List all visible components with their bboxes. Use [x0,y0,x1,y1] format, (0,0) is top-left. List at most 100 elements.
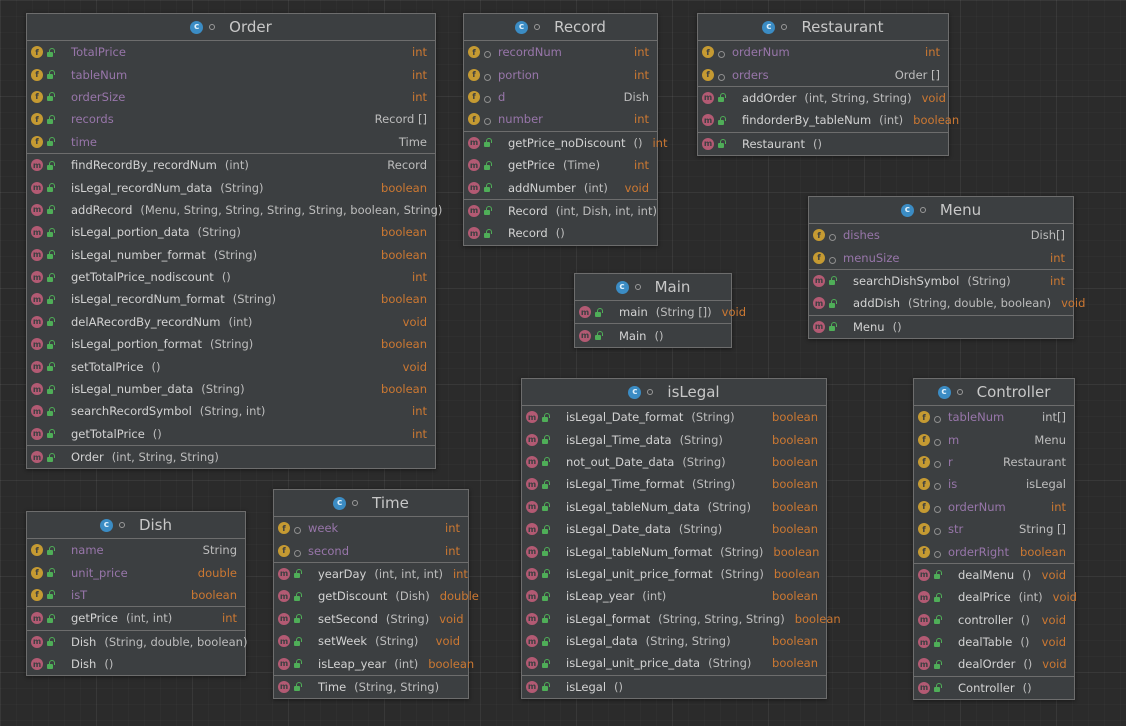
class-box-controller[interactable]: c Controller f tableNum int[] f m Menu f r Restaur… [913,378,1077,701]
method-row-not-out-date-data[interactable]: m not_out_Date_data (String) boolean [522,451,826,473]
method-row-setsecond[interactable]: m setSecond (String) void [274,608,468,630]
method-row-islegal-data[interactable]: m isLegal_data (String, String) boolean [522,630,826,652]
method-row-getprice-nodiscount[interactable]: m getPrice_noDiscount () int [464,132,667,154]
class-box-dish[interactable]: c Dish f name String f unit_price double f isT boo… [26,511,247,677]
method-row-yearday[interactable]: m yearDay (int, int, int) int [274,563,468,585]
field-row-dishes[interactable]: f dishes Dish[] [809,224,1073,246]
method-row-islegal-recordnum-format[interactable]: m isLegal_recordNum_format (String) boolean [27,288,435,310]
method-row-addnumber[interactable]: m addNumber (int) void [464,176,657,198]
method-row-islegal-number-format[interactable]: m isLegal_number_format (String) boolean [27,244,435,266]
method-row-findorderby-tablenum[interactable]: m findorderBy_tableNum (int) boolean [698,109,959,131]
field-row-str[interactable]: f str String [] [914,518,1074,540]
class-box-record[interactable]: c Record f recordNum int f portion int f d Dish f nu… [463,13,667,246]
class-box-time[interactable]: c Time f week int f second int m yearDay (int, int… [273,489,479,700]
method-row-addorder[interactable]: m addOrder (int, String, String) void [698,87,948,109]
field-row-orderright[interactable]: f orderRight boolean [914,540,1074,562]
class-box-order[interactable]: c Order f TotalPrice int f tableNum int f orderSi… [26,13,442,470]
method-row-adddish[interactable]: m addDish (String, double, boolean) void [809,292,1085,314]
field-row-m[interactable]: f m Menu [914,428,1074,450]
field-icon: f [278,544,290,557]
method-row-gettotalprice[interactable]: m getTotalPrice () int [27,423,435,445]
method-name: delARecordBy_recordNum [71,314,221,329]
method-row-islegal-unit-price-data[interactable]: m isLegal_unit_price_data (String) boolean [522,652,826,674]
method-row-main[interactable]: m main (String []) void [575,301,746,323]
method-row-islegal-tablenum-data[interactable]: m isLegal_tableNum_data (String) boolean [522,496,826,518]
field-row-portion[interactable]: f portion int [464,63,657,85]
method-row-getprice[interactable]: m getPrice (int, int) int [27,607,245,629]
field-row-r[interactable]: f r Restaurant [914,451,1074,473]
method-row-dealorder[interactable]: m dealOrder () void [914,653,1074,675]
method-row-islegal-unit-price-format[interactable]: m isLegal_unit_price_format (String) boolea… [522,563,826,585]
method-row-islegal-tablenum-format[interactable]: m isLegal_tableNum_format (String) boolean [522,540,826,562]
methods-section: m yearDay (int, int, int) int m getDiscount (D… [274,563,479,676]
field-row-time[interactable]: f time Time [27,131,435,153]
method-row-addrecord[interactable]: m addRecord (Menu, String, String, String,… [27,199,442,221]
field-icon: f [813,251,825,264]
field-row-tablenum[interactable]: f tableNum int [27,63,435,85]
field-row-orders[interactable]: f orders Order [] [698,63,948,85]
method-params: (String) [707,499,751,514]
field-row-recordnum[interactable]: f recordNum int [464,41,657,63]
field-row-totalprice[interactable]: f TotalPrice int [27,41,435,63]
method-row-getdiscount[interactable]: m getDiscount (Dish) double [274,585,479,607]
method-row-controller[interactable]: m controller () void [914,609,1074,631]
class-box-restaurant[interactable]: c Restaurant f orderNum int f orders Order [] m a… [697,13,959,156]
type-label: int [925,45,940,60]
method-row-searchrecordsymbol[interactable]: m searchRecordSymbol (String, int) int [27,400,435,422]
method-row-dealtable[interactable]: m dealTable () void [914,631,1074,653]
method-row-islegal-time-data[interactable]: m isLegal_Time_data (String) boolean [522,428,826,450]
constructor-row[interactable]: m Dish () [27,653,245,675]
public-icon [829,322,837,332]
field-row-records[interactable]: f records Record [] [27,108,435,130]
constructor-row[interactable]: m Controller () [914,677,1074,699]
field-row-week[interactable]: f week int [274,517,468,539]
field-icon: f [918,523,930,536]
method-row-islegal-portion-data[interactable]: m isLegal_portion_data (String) boolean [27,221,435,243]
method-row-islegal-format[interactable]: m isLegal_format (String, String, String) b… [522,608,841,630]
field-row-second[interactable]: f second int [274,539,468,561]
method-row-gettotalprice-nodiscount[interactable]: m getTotalPrice_nodiscount () int [27,266,435,288]
constructor-row[interactable]: m isLegal () [522,676,826,698]
method-row-islegal-date-format[interactable]: m isLegal_Date_format (String) boolean [522,406,826,428]
method-row-searchdishsymbol[interactable]: m searchDishSymbol (String) int [809,270,1073,292]
field-row-name[interactable]: f name String [27,539,245,561]
method-row-delarecordby-recordnum[interactable]: m delARecordBy_recordNum (int) void [27,311,435,333]
method-row-islegal-recordnum-data[interactable]: m isLegal_recordNum_data (String) boolean [27,176,435,198]
method-row-setweek[interactable]: m setWeek (String) void [274,630,468,652]
field-icon: f [918,545,930,558]
constructor-row[interactable]: m Restaurant () [698,133,948,155]
field-row-menusize[interactable]: f menuSize int [809,246,1073,268]
constructor-row[interactable]: m Record (int, Dish, int, int) [464,200,657,222]
method-row-getprice[interactable]: m getPrice (Time) int [464,154,657,176]
field-row-number[interactable]: f number int [464,108,657,130]
field-row-ist[interactable]: f isT boolean [27,584,245,606]
field-row-is[interactable]: f is isLegal [914,473,1074,495]
class-box-main[interactable]: c Main m main (String []) void m Main () [574,273,746,348]
field-row-ordersize[interactable]: f orderSize int [27,86,435,108]
constructor-row[interactable]: m Menu () [809,316,1073,338]
method-row-isleap-year[interactable]: m isLeap_year (int) boolean [522,585,826,607]
class-box-menu[interactable]: c Menu f dishes Dish[] f menuSize int m searchDis… [808,196,1085,339]
class-box-islegal[interactable]: c isLegal m isLegal_Date_format (String) bool… [521,378,841,700]
method-row-islegal-portion-format[interactable]: m isLegal_portion_format (String) boolean [27,333,435,355]
constructor-row[interactable]: m Main () [575,324,731,346]
field-row-unit-price[interactable]: f unit_price double [27,561,245,583]
field-row-d[interactable]: f d Dish [464,86,657,108]
method-row-islegal-number-data[interactable]: m isLegal_number_data (String) boolean [27,378,435,400]
method-row-islegal-date-data[interactable]: m isLegal_Date_data (String) boolean [522,518,826,540]
field-row-ordernum[interactable]: f orderNum int [914,496,1074,518]
method-row-dealmenu[interactable]: m dealMenu () void [914,564,1074,586]
constructor-row[interactable]: m Order (int, String, String) [27,446,435,468]
method-row-dealprice[interactable]: m dealPrice (int) void [914,586,1077,608]
method-row-findrecordby-recordnum[interactable]: m findRecordBy_recordNum (int) Record [27,154,435,176]
constructor-row[interactable]: m Dish (String, double, boolean) [27,631,247,653]
method-row-islegal-time-format[interactable]: m isLegal_Time_format (String) boolean [522,473,826,495]
method-row-isleap-year[interactable]: m isLeap_year (int) boolean [274,652,474,674]
constructor-row[interactable]: m Record () [464,222,657,244]
fields-section: f tableNum int[] f m Menu f r Restaurant f is isLeg… [914,406,1074,564]
method-row-settotalprice[interactable]: m setTotalPrice () void [27,355,435,377]
field-name: portion [498,67,540,82]
field-row-tablenum[interactable]: f tableNum int[] [914,406,1074,428]
constructor-row[interactable]: m Time (String, String) [274,676,468,698]
field-row-ordernum[interactable]: f orderNum int [698,41,948,63]
